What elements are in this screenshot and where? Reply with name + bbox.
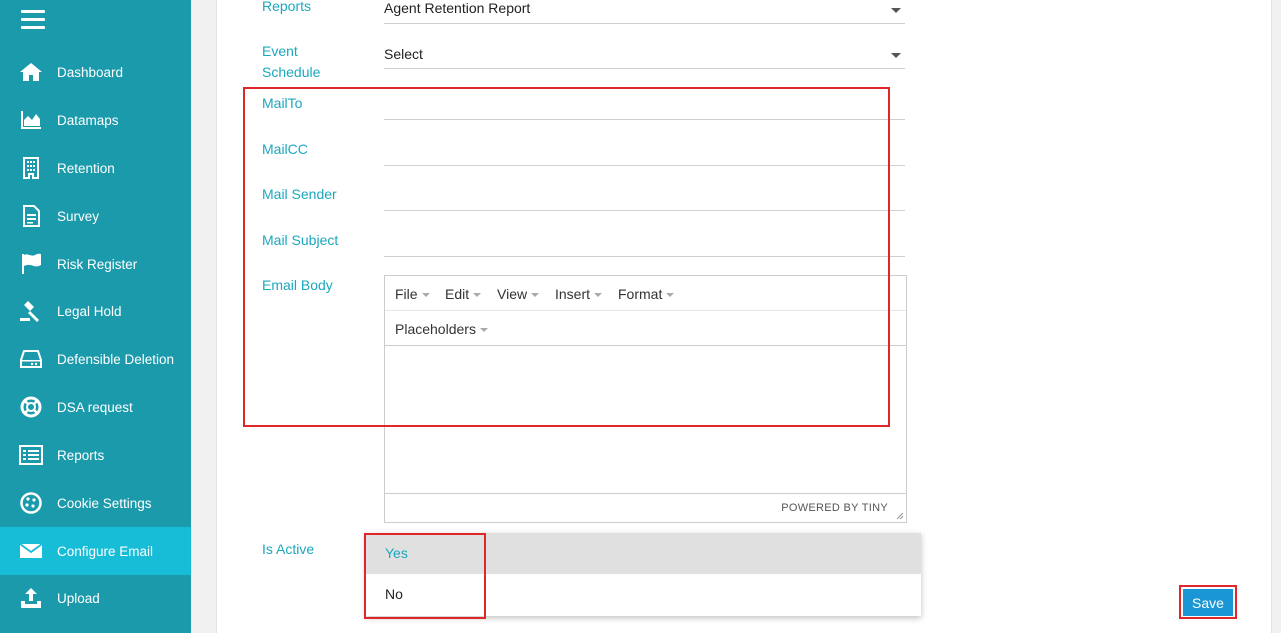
mail-subject-label: Mail Subject	[262, 232, 339, 248]
sidebar-item-label: Legal Hold	[57, 303, 122, 319]
upload-icon	[18, 585, 44, 611]
caret-down-icon	[531, 293, 540, 298]
caret-down-icon	[473, 293, 482, 298]
sidebar-item-dsa-request[interactable]: DSA request	[0, 383, 191, 431]
sidebar-item-reports[interactable]: Reports	[0, 431, 191, 479]
event-schedule-select[interactable]: Select	[384, 35, 905, 69]
sidebar-item-label: Retention	[57, 160, 115, 176]
sidebar-item-defensible-deletion[interactable]: Defensible Deletion	[0, 335, 191, 383]
mail-sender-input[interactable]	[384, 181, 905, 211]
reports-label: Reports	[262, 0, 312, 14]
sidebar-item-cookie-settings[interactable]: Cookie Settings	[0, 479, 191, 527]
editor-toolbar: Placeholders	[385, 311, 906, 346]
caret-down-icon	[666, 293, 675, 298]
save-button[interactable]: Save	[1183, 589, 1233, 616]
hamburger-menu-icon[interactable]	[21, 10, 45, 32]
mailto-input[interactable]	[384, 90, 905, 120]
is-active-label: Is Active	[262, 541, 315, 557]
mail-sender-label: Mail Sender	[262, 186, 337, 202]
is-active-dropdown-menu: Yes No	[366, 533, 921, 616]
option-yes[interactable]: Yes	[366, 533, 921, 574]
home-icon	[18, 59, 44, 85]
sidebar-item-risk-register[interactable]: Risk Register	[0, 240, 191, 288]
sidebar-item-legal-hold[interactable]: Legal Hold	[0, 287, 191, 335]
envelope-icon	[18, 538, 44, 564]
chevron-down-icon	[891, 8, 901, 13]
mailcc-label: MailCC	[262, 141, 308, 157]
hard-drive-icon	[18, 346, 44, 372]
sidebar-item-label: Reports	[57, 447, 105, 463]
sidebar-item-upload[interactable]: Upload	[0, 574, 191, 622]
editor-content-area[interactable]	[385, 346, 906, 494]
resize-handle-icon[interactable]	[894, 510, 904, 520]
event-schedule-label: Event Schedule	[262, 43, 321, 80]
sidebar-item-label: Upload	[57, 590, 100, 606]
editor-menu-file[interactable]: File	[395, 286, 430, 302]
sidebar-item-label: Dashboard	[57, 64, 124, 80]
cookie-icon	[18, 490, 44, 516]
editor-menu-insert[interactable]: Insert	[555, 286, 603, 302]
sidebar-item-label: Survey	[57, 208, 100, 224]
email-body-label: Email Body	[262, 277, 333, 293]
option-no[interactable]: No	[366, 574, 921, 615]
flag-icon	[18, 251, 44, 277]
placeholders-menu[interactable]: Placeholders	[395, 321, 488, 337]
caret-down-icon	[479, 328, 488, 333]
sidebar-item-label: Datamaps	[57, 112, 119, 128]
editor-menu-format[interactable]: Format	[618, 286, 675, 302]
sidebar-item-survey[interactable]: Survey	[0, 192, 191, 240]
sidebar-item-label: Cookie Settings	[57, 495, 152, 511]
editor-menu-edit[interactable]: Edit	[445, 286, 482, 302]
powered-by-tiny-link[interactable]: POWERED BY TINY	[781, 502, 888, 514]
chevron-down-icon	[891, 53, 901, 58]
mail-subject-input[interactable]	[384, 227, 905, 257]
list-icon	[18, 442, 44, 468]
life-ring-icon	[18, 394, 44, 420]
sidebar-item-datamaps[interactable]: Datamaps	[0, 96, 191, 144]
gavel-icon	[18, 298, 44, 324]
sidebar-item-retention[interactable]: Retention	[0, 144, 191, 192]
sidebar-item-dashboard[interactable]: Dashboard	[0, 48, 191, 96]
editor-menu-view[interactable]: View	[497, 286, 540, 302]
mailcc-input[interactable]	[384, 136, 905, 166]
caret-down-icon	[421, 293, 430, 298]
sidebar-item-configure-email[interactable]: Configure Email	[0, 527, 191, 575]
sidebar-item-label: DSA request	[57, 399, 133, 415]
caret-down-icon	[594, 293, 603, 298]
editor-menubar: File Edit View Insert Format	[385, 276, 906, 311]
event-schedule-selected-value: Select	[384, 46, 423, 62]
mailto-label: MailTo	[262, 95, 303, 111]
reports-selected-value: Agent Retention Report	[384, 0, 531, 16]
area-chart-icon	[18, 107, 44, 133]
sidebar-item-label: Configure Email	[57, 543, 154, 559]
email-body-editor: File Edit View Insert Format Placeholder…	[384, 275, 907, 523]
building-icon	[18, 155, 44, 181]
sidebar-item-label: Defensible Deletion	[57, 351, 175, 367]
editor-statusbar: POWERED BY TINY	[385, 493, 906, 522]
sidebar-item-label: Risk Register	[57, 256, 138, 272]
reports-select[interactable]: Agent Retention Report	[384, 0, 905, 24]
document-icon	[18, 203, 44, 229]
sidebar: Dashboard Datamaps Retention Survey Risk…	[0, 0, 191, 633]
